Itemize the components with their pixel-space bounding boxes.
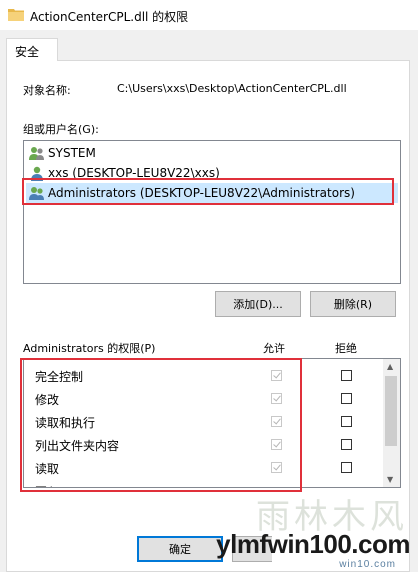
users-group-icon bbox=[29, 187, 44, 200]
permission-row-read-execute: 读取和执行 bbox=[24, 410, 382, 433]
allow-checkbox-read[interactable] bbox=[271, 462, 282, 473]
permission-row-list-folder: 列出文件夹内容 bbox=[24, 433, 382, 456]
window-title: ActionCenterCPL.dll 的权限 bbox=[30, 10, 189, 24]
list-item-administrators[interactable]: Administrators (DESKTOP-LEU8V22\Administ… bbox=[26, 183, 398, 203]
permission-row-modify: 修改 bbox=[24, 387, 382, 410]
group-list-label: 组或用户名(G): bbox=[23, 123, 99, 136]
deny-checkbox-full-control[interactable] bbox=[341, 370, 352, 381]
title-bar[interactable]: ActionCenterCPL.dll 的权限 bbox=[0, 0, 418, 30]
object-name-value: C:\Users\xxs\Desktop\ActionCenterCPL.dll bbox=[117, 82, 347, 95]
ok-button[interactable]: 确定 bbox=[137, 536, 223, 562]
watermark-text: ylmfwin100.com bbox=[216, 529, 410, 559]
allow-checkbox-read-execute[interactable] bbox=[271, 416, 282, 427]
deny-checkbox-modify[interactable] bbox=[341, 393, 352, 404]
list-item-xxs[interactable]: xxs (DESKTOP-LEU8V22\xxs) bbox=[26, 163, 398, 183]
permission-name: 完全控制 bbox=[35, 370, 84, 384]
list-item-label: SYSTEM bbox=[48, 146, 96, 160]
group-user-list[interactable]: SYSTEM xxs (DESKTOP-LEU8V22\xxs) Adminis… bbox=[23, 140, 401, 284]
permission-name: 列出文件夹内容 bbox=[35, 439, 120, 453]
scroll-down-arrow-icon[interactable]: ▼ bbox=[387, 475, 393, 484]
tab-security[interactable]: 安全 bbox=[6, 38, 58, 61]
add-button[interactable]: 添加(D)... bbox=[215, 291, 301, 317]
permission-row-write: 写入 bbox=[24, 479, 382, 487]
users-group-icon bbox=[29, 147, 44, 160]
permissions-list[interactable]: 完全控制 修改 读取和执行 列出文件夹内容 读取 写入 ▲ ▼ bbox=[23, 358, 401, 488]
scrollbar-thumb[interactable] bbox=[385, 376, 397, 446]
tab-label: 安全 bbox=[15, 45, 40, 59]
allow-checkbox-full-control[interactable] bbox=[271, 370, 282, 381]
permission-name: 读取 bbox=[35, 462, 60, 476]
deny-checkbox-list-folder[interactable] bbox=[341, 439, 352, 450]
permissions-label: Administrators 的权限(P) bbox=[23, 342, 156, 355]
deny-checkbox-read-execute[interactable] bbox=[341, 416, 352, 427]
allow-checkbox-list-folder[interactable] bbox=[271, 439, 282, 450]
permission-row-read: 读取 bbox=[24, 456, 382, 479]
allow-checkbox-modify[interactable] bbox=[271, 393, 282, 404]
permissions-scrollbar[interactable]: ▲ ▼ bbox=[383, 359, 400, 487]
deny-checkbox-read[interactable] bbox=[341, 462, 352, 473]
list-item-label: xxs (DESKTOP-LEU8V22\xxs) bbox=[48, 166, 220, 180]
list-item-label: Administrators (DESKTOP-LEU8V22\Administ… bbox=[48, 186, 355, 200]
deny-column-header: 拒绝 bbox=[335, 342, 357, 355]
object-name-label: 对象名称: bbox=[23, 84, 71, 97]
remove-button[interactable]: 删除(R) bbox=[310, 291, 396, 317]
permission-row-full-control: 完全控制 bbox=[24, 364, 382, 387]
folder-icon bbox=[8, 9, 24, 21]
permission-name: 修改 bbox=[35, 393, 60, 407]
watermark-subtext: win10.com bbox=[339, 559, 396, 570]
list-item-system[interactable]: SYSTEM bbox=[26, 143, 398, 163]
user-icon bbox=[31, 166, 43, 181]
permission-name: 读取和执行 bbox=[35, 416, 96, 430]
scroll-up-arrow-icon[interactable]: ▲ bbox=[387, 362, 393, 371]
permission-name: 写入 bbox=[35, 483, 59, 487]
allow-column-header: 允许 bbox=[263, 342, 285, 355]
